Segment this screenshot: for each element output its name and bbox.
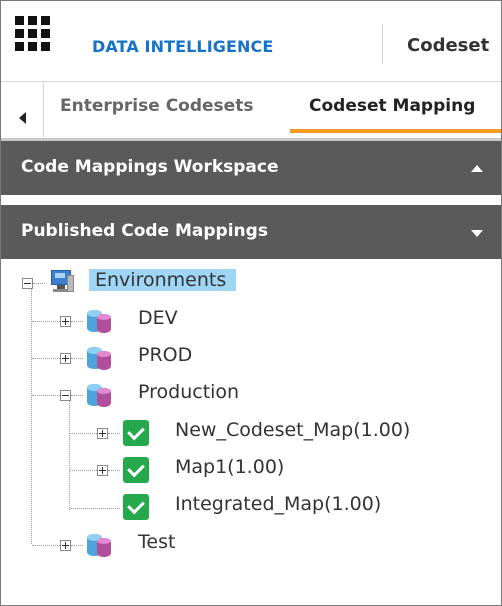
- collapse-up-icon[interactable]: [471, 165, 483, 172]
- tree-node-new-codeset-map[interactable]: New_Codeset_Map(1.00): [175, 419, 410, 441]
- collapse-environments-toggle[interactable]: [22, 278, 33, 289]
- breadcrumb[interactable]: Codeset: [407, 35, 489, 56]
- tree-connector: [71, 358, 83, 359]
- tree-node-test[interactable]: Test: [138, 531, 175, 553]
- tab-bar: Enterprise Codesets Codeset Mapping: [1, 82, 501, 138]
- database-icon: [87, 308, 111, 334]
- grid-menu-icon[interactable]: [15, 16, 51, 52]
- tree-node-map1[interactable]: Map1(1.00): [175, 456, 284, 478]
- tree-connector: [32, 545, 60, 546]
- app-window: DATA INTELLIGENCE Codeset Enterprise Cod…: [0, 0, 502, 606]
- environments-tree: Environments DEV PROD Production New_Cod…: [1, 259, 501, 605]
- tree-connector: [70, 508, 120, 509]
- tree-connector: [33, 283, 45, 284]
- tree-connector: [71, 545, 83, 546]
- check-icon: [123, 457, 149, 483]
- workspace-panel-header[interactable]: Code Mappings Workspace: [1, 141, 501, 195]
- tree-guide-production: [69, 400, 70, 510]
- workspace-panel-title: Code Mappings Workspace: [21, 157, 279, 177]
- tree-connector: [32, 395, 60, 396]
- tree-node-prod[interactable]: PROD: [138, 344, 192, 366]
- published-panel-header[interactable]: Published Code Mappings: [1, 205, 501, 259]
- tree-node-environments[interactable]: Environments: [89, 269, 237, 291]
- header-divider: [382, 25, 383, 63]
- tree-node-production[interactable]: Production: [138, 381, 239, 403]
- database-icon: [87, 382, 111, 408]
- tree-node-dev[interactable]: DEV: [138, 307, 178, 329]
- caret-left-icon: [19, 112, 26, 124]
- tree-connector: [108, 433, 120, 434]
- tree-connector: [71, 321, 83, 322]
- check-icon: [123, 494, 149, 520]
- tree-connector: [32, 358, 60, 359]
- expand-dev-toggle[interactable]: [60, 316, 71, 327]
- database-icon: [87, 532, 111, 558]
- published-panel-title: Published Code Mappings: [21, 221, 268, 241]
- expand-down-icon[interactable]: [471, 230, 483, 237]
- tree-connector: [71, 395, 83, 396]
- tab-scroll-left-button[interactable]: [1, 82, 43, 138]
- tree-connector: [108, 470, 120, 471]
- tree-connector: [70, 470, 97, 471]
- tree-connector: [70, 433, 97, 434]
- tree-connector: [32, 321, 60, 322]
- tree-node-integrated-map[interactable]: Integrated_Map(1.00): [175, 493, 381, 515]
- check-icon: [123, 420, 149, 446]
- computer-icon: [49, 270, 75, 294]
- expand-new-codeset-map-toggle[interactable]: [97, 428, 108, 439]
- collapse-production-toggle[interactable]: [60, 390, 71, 401]
- expand-prod-toggle[interactable]: [60, 353, 71, 364]
- expand-map1-toggle[interactable]: [97, 465, 108, 476]
- expand-test-toggle[interactable]: [60, 540, 71, 551]
- tab-codeset-mapping[interactable]: Codeset Mapping: [309, 96, 475, 116]
- tree-guide-root: [31, 288, 32, 544]
- database-icon: [87, 345, 111, 371]
- top-header: DATA INTELLIGENCE Codeset: [1, 1, 501, 81]
- app-title: DATA INTELLIGENCE: [92, 37, 274, 56]
- active-tab-indicator: [290, 129, 501, 133]
- panel-gap: [1, 197, 501, 205]
- tab-divider: [43, 82, 44, 138]
- tab-enterprise-codesets[interactable]: Enterprise Codesets: [60, 96, 253, 116]
